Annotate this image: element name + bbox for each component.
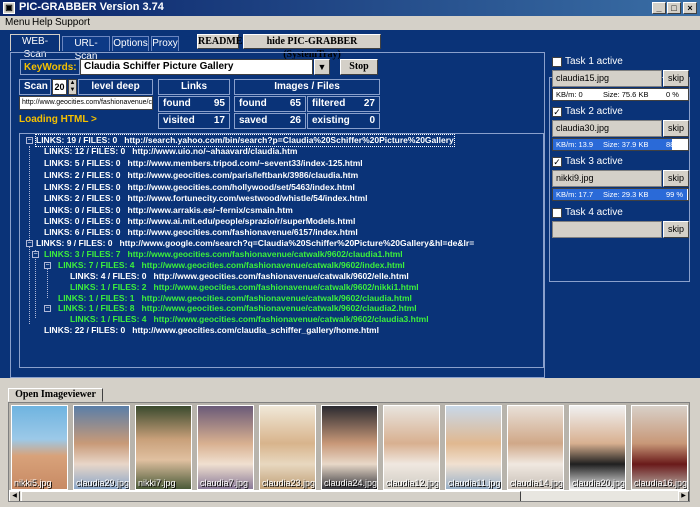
task-3-filename: nikki9.jpg	[552, 170, 662, 187]
open-imageviewer-tab[interactable]: Open Imageviewer	[8, 388, 103, 402]
menu-support[interactable]: Support	[55, 17, 90, 28]
tree-node[interactable]: LINKS: 22 / FILES: 0 http://www.geocities…	[44, 325, 379, 336]
thumbnail[interactable]: nikki5.jpg	[11, 405, 68, 490]
task-2-label: Task 2 active	[565, 106, 623, 117]
task-1-label: Task 1 active	[565, 56, 623, 67]
task-1-progress: KB/m: 0 Size: 75.6 KB 0 %	[552, 88, 689, 101]
maximize-button[interactable]: □	[667, 2, 681, 14]
task-1-filename: claudia15.jpg	[552, 70, 662, 87]
task-3-skip-button[interactable]: skip	[663, 170, 689, 187]
tree-node[interactable]: LINKS: 0 / FILES: 0 http://www.ai.mit.edu…	[44, 216, 355, 227]
menu-bar: Menu Help Support	[0, 16, 700, 30]
task-4-filename	[552, 221, 662, 238]
tree-node[interactable]: LINKS: 2 / FILES: 0 http://www.geocities.…	[44, 170, 358, 181]
tree-node[interactable]: LINKS: 1 / FILES: 2 http://www.geocities.…	[70, 282, 419, 293]
thumbnail[interactable]: claudia29.jpg	[73, 405, 130, 490]
task-2-checkbox[interactable]: ✓	[552, 107, 562, 117]
thumbnail[interactable]: claudia7.jpg	[197, 405, 254, 490]
links-visited: visited 17	[158, 113, 230, 129]
task-2-progress: KB/m: 13.9 Size: 37.9 KB 88 %	[552, 138, 689, 151]
links-found: found 95	[158, 96, 230, 112]
thumbnail[interactable]: claudia12.jpg	[383, 405, 440, 490]
images-saved: saved 26	[234, 113, 306, 129]
thumbnail[interactable]: claudia24.jpg	[321, 405, 378, 490]
keywords-dropdown-button[interactable]: ▼	[314, 59, 330, 75]
tree-node[interactable]: LINKS: 3 / FILES: 7 http://www.geocities.…	[44, 249, 403, 260]
tree-node[interactable]: LINKS: 4 / FILES: 0 http://www.geocities.…	[70, 271, 409, 282]
thumbnail[interactable]: claudia20.jpg	[569, 405, 626, 490]
scroll-right-arrow-icon[interactable]: ▶	[678, 491, 689, 501]
tab-proxy[interactable]: Proxy	[151, 36, 179, 51]
thumbnail[interactable]: claudia14.jpg	[507, 405, 564, 490]
current-url-field: http://www.geocities.com/fashionavenue/c…	[19, 96, 153, 110]
scan-label: Scan	[19, 79, 51, 95]
tree-node[interactable]: LINKS: 2 / FILES: 0 http://www.fortunecit…	[44, 193, 367, 204]
hide-to-tray-button[interactable]: hide PIC-GRABBER (SystemTray)	[243, 34, 381, 60]
images-files-header: Images / Files	[234, 79, 380, 95]
thumbnail[interactable]: claudia23.jpg	[259, 405, 316, 490]
images-found: found 65	[234, 96, 306, 112]
tree-node[interactable]: LINKS: 0 / FILES: 0 http://www.arrakis.es…	[44, 205, 293, 216]
stop-button[interactable]: Stop	[340, 59, 378, 75]
task-2-skip-button[interactable]: skip	[663, 120, 689, 137]
minimize-button[interactable]: _	[652, 2, 666, 14]
depth-input[interactable]: 20	[52, 79, 67, 95]
tree-node[interactable]: LINKS: 6 / FILES: 0 http://www.geocities.…	[44, 227, 358, 238]
tree-node[interactable]: LINKS: 12 / FILES: 0 http://www.uio.no/~a…	[44, 146, 297, 157]
tree-node[interactable]: LINKS: 1 / FILES: 8 http://www.geocities.…	[58, 303, 417, 314]
loading-status: Loading HTML >	[19, 114, 97, 125]
links-header: Links	[158, 79, 230, 95]
tree-node[interactable]: LINKS: 1 / FILES: 4 http://www.geocities.…	[70, 314, 429, 325]
thumbnail-scrollbar[interactable]: ◀ ▶	[9, 490, 689, 501]
tree-collapse-icon[interactable]: −	[26, 137, 33, 144]
thumbnail[interactable]: claudia16.jpg	[631, 405, 688, 490]
tab-options[interactable]: Options	[112, 36, 149, 51]
tree-collapse-icon[interactable]: −	[32, 251, 39, 258]
readme-button[interactable]: README	[197, 34, 242, 49]
images-existing: existing 0	[307, 113, 380, 129]
app-icon: ▣	[3, 2, 15, 14]
tree-collapse-icon[interactable]: −	[44, 262, 51, 269]
window-title: PIC-GRABBER Version 3.74	[19, 1, 164, 13]
task-3-checkbox[interactable]: ✓	[552, 157, 562, 167]
tree-node[interactable]: LINKS: 5 / FILES: 0 http://www.members.tr…	[44, 158, 363, 169]
tree-collapse-icon[interactable]: −	[44, 305, 51, 312]
images-filtered: filtered 27	[307, 96, 380, 112]
tab-url-scan[interactable]: URL-Scan	[62, 36, 110, 62]
close-button[interactable]: ×	[683, 2, 697, 14]
thumbnail[interactable]: claudia11.jpg	[445, 405, 502, 490]
task-4-checkbox[interactable]	[552, 208, 562, 218]
tree-collapse-icon[interactable]: −	[26, 240, 33, 247]
thumbnail-strip: nikki5.jpg claudia29.jpg nikki7.jpg clau…	[8, 402, 690, 502]
tree-node[interactable]: LINKS: 7 / FILES: 4 http://www.geocities.…	[58, 260, 405, 271]
thumbnail[interactable]: nikki7.jpg	[135, 405, 192, 490]
task-4-label: Task 4 active	[565, 207, 623, 218]
scroll-left-arrow-icon[interactable]: ◀	[9, 491, 20, 501]
task-1-checkbox[interactable]	[552, 57, 562, 67]
tree-node[interactable]: LINKS: 2 / FILES: 0 http://www.geocities.…	[44, 182, 355, 193]
task-4-skip-button[interactable]: skip	[663, 221, 689, 238]
menu-help[interactable]: Help	[32, 17, 53, 28]
tree-node[interactable]: LINKS: 9 / FILES: 0 http://www.google.com…	[36, 238, 474, 249]
task-1-skip-button[interactable]: skip	[663, 70, 689, 87]
level-deep-label: level deep	[78, 79, 153, 95]
depth-spinner[interactable]: ▲ ▼	[68, 79, 77, 95]
task-3-label: Task 3 active	[565, 156, 623, 167]
keywords-input[interactable]: Claudia Schiffer Picture Gallery	[80, 59, 313, 75]
scrollbar-thumb[interactable]	[21, 491, 521, 501]
task-2-filename: claudia30.jpg	[552, 120, 662, 137]
tree-node[interactable]: LINKS: 19 / FILES: 0 http://search.yahoo.…	[35, 134, 455, 147]
image-viewer-panel: Open Imageviewer nikki5.jpg claudia29.jp…	[0, 378, 700, 507]
menu-menu[interactable]: Menu	[5, 17, 30, 28]
title-bar: ▣ PIC-GRABBER Version 3.74 _ □ ×	[0, 0, 700, 16]
tab-web-scan[interactable]: WEB-Scan	[10, 34, 60, 60]
keywords-label: KeyWords:	[20, 59, 80, 75]
task-3-progress: KB/m: 17.7 Size: 29.3 KB 99 %	[552, 188, 689, 201]
